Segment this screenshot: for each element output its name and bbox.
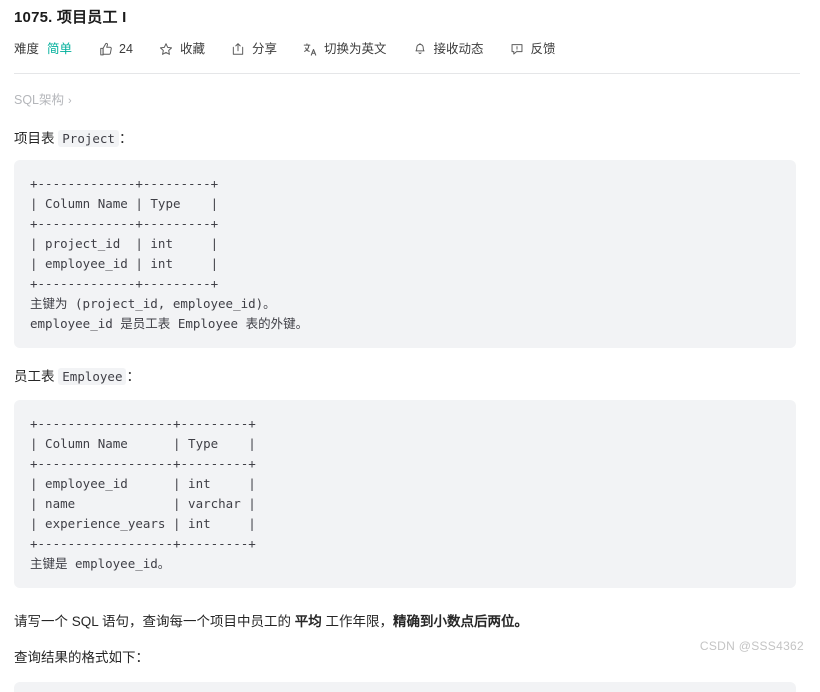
project-table-heading: 项目表 Project： [14,129,806,149]
question-bold-precision: 精确到小数点后两位。 [393,614,529,629]
employee-table-heading: 员工表 Employee： [14,367,806,387]
watermark: CSDN @SSS4362 [699,639,804,653]
like-count: 24 [119,41,133,56]
question-text-part1: 请写一个 SQL 语句，查询每一个项目中员工的 [14,614,295,629]
share-label: 分享 [251,41,277,56]
project-schema-block: +-------------+---------+ | Column Name … [14,160,796,348]
question-text-part2: 工作年限， [321,614,394,629]
header-divider [14,73,800,74]
difficulty-indicator: 难度 简单 [14,43,72,56]
employee-schema-block: +------------------+---------+ | Column … [14,400,796,588]
translate-icon [303,42,318,57]
subscribe-label: 接收动态 [433,41,484,56]
difficulty-value: 简单 [47,41,73,56]
project-heading-suffix: ： [118,131,133,146]
project-heading-prefix: 项目表 [14,131,59,146]
difficulty-label: 难度 [14,41,40,56]
page-title: 1075. 项目员工 I [14,9,127,26]
feedback-icon [510,42,525,57]
share-icon [231,42,246,57]
subscribe-button[interactable]: 接收动态 [412,41,484,57]
problem-toolbar: 难度 简单 24 收藏 分享 切换为英文 接收动态 反馈 [14,34,806,64]
translate-button[interactable]: 切换为英文 [303,41,387,57]
favorite-button[interactable]: 收藏 [159,42,205,57]
breadcrumb-label: SQL架构 [14,93,65,107]
feedback-button[interactable]: 反馈 [510,42,556,57]
translate-label: 切换为英文 [323,41,387,56]
employee-heading-prefix: 员工表 [14,369,59,384]
like-button[interactable]: 24 [98,42,133,57]
star-icon [159,42,174,57]
chevron-right-icon: › [68,95,72,107]
favorite-label: 收藏 [179,41,205,56]
thumbs-up-icon [98,42,113,57]
result-code-block-partial [14,682,796,692]
breadcrumb[interactable]: SQL架构 › [14,91,806,110]
employee-heading-suffix: ： [126,369,140,384]
share-button[interactable]: 分享 [231,42,277,57]
question-bold-average: 平均 [294,614,322,629]
result-format-text: 查询结果的格式如下： [14,650,149,665]
feedback-label: 反馈 [530,41,556,56]
project-code-name: Project [58,130,119,147]
problem-page: 1075. 项目员工 I 难度 简单 24 收藏 分享 切换为英文 接收动态 反… [0,0,820,692]
bell-icon [412,42,427,57]
question-statement: 请写一个 SQL 语句，查询每一个项目中员工的 平均 工作年限，精确到小数点后两… [14,612,806,632]
employee-code-name: Employee [58,368,127,385]
